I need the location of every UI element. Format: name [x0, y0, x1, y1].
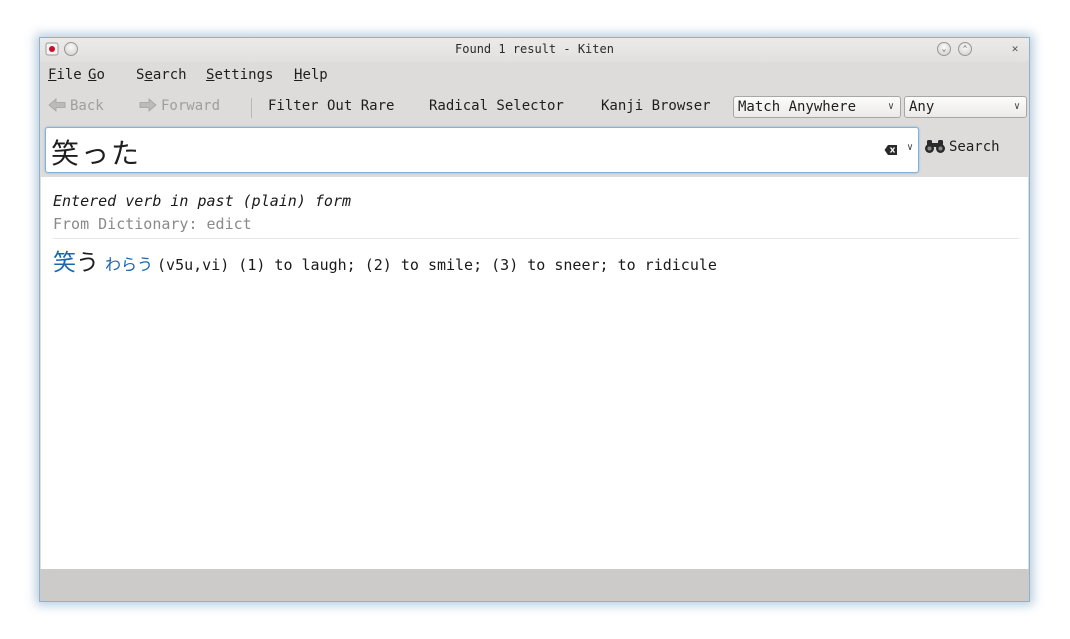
- result-entry: 笑う わらう (v5u,vi) (1) to laugh; (2) to smile…: [53, 243, 717, 277]
- back-label: Back: [70, 98, 104, 114]
- clear-text-icon[interactable]: [884, 144, 898, 156]
- menu-help[interactable]: Help: [294, 67, 328, 83]
- chevron-down-icon: ∨: [1013, 101, 1020, 112]
- toolbar: Back Forward Filter Out Rare Radical Sel…: [40, 95, 1029, 121]
- search-input[interactable]: 笑った ∨: [45, 127, 919, 173]
- menu-settings-label: ettings: [214, 67, 274, 83]
- back-arrow-icon: [48, 98, 66, 112]
- menu-bar: File Go Search Settings Help: [40, 65, 1029, 85]
- menu-search-accel: e: [144, 67, 153, 83]
- filter-rare-button[interactable]: Filter Out Rare: [268, 98, 394, 114]
- result-reading[interactable]: わらう: [105, 255, 153, 274]
- match-mode-value: Match Anywhere: [738, 99, 857, 115]
- result-meaning: (v5u,vi) (1) to laugh; (2) to smile; (3)…: [157, 256, 717, 274]
- toolbar-separator: [251, 98, 252, 118]
- menu-file-label: ile: [56, 67, 82, 83]
- chevron-down-icon: ∨: [887, 101, 894, 112]
- word-type-value: Any: [909, 99, 935, 115]
- results-view[interactable]: Entered verb in past (plain) form From D…: [41, 177, 1028, 569]
- kanji-browser-button[interactable]: Kanji Browser: [601, 98, 711, 114]
- menu-search[interactable]: Search: [136, 67, 187, 83]
- menu-file[interactable]: File: [48, 67, 82, 83]
- kiten-window: Found 1 result - Kiten ⌄ ⌃ ✕ File Go Sea…: [39, 37, 1030, 602]
- menu-go-label: o: [96, 67, 105, 83]
- window-title: Found 1 result - Kiten: [455, 42, 614, 56]
- result-word-kana: う: [76, 250, 99, 276]
- chevron-down-icon[interactable]: ∨: [907, 142, 913, 153]
- forward-arrow-icon: [139, 98, 157, 112]
- menu-settings[interactable]: Settings: [206, 67, 273, 83]
- radical-selector-button[interactable]: Radical Selector: [429, 98, 564, 114]
- menu-go[interactable]: Go: [88, 67, 105, 83]
- minimize-icon[interactable]: ⌄: [937, 42, 951, 56]
- binoculars-icon: [925, 140, 945, 153]
- menu-help-label: elp: [302, 67, 328, 83]
- maximize-icon[interactable]: ⌃: [958, 42, 972, 56]
- dictionary-source: From Dictionary: edict: [53, 215, 252, 233]
- result-word[interactable]: 笑う: [53, 250, 99, 276]
- match-mode-select[interactable]: Match Anywhere ∨: [733, 96, 901, 118]
- title-bar[interactable]: Found 1 result - Kiten ⌄ ⌃ ✕: [40, 38, 1029, 62]
- status-bar: [40, 569, 1029, 601]
- search-button[interactable]: Search: [924, 138, 1000, 162]
- word-type-select[interactable]: Any ∨: [904, 96, 1027, 118]
- search-button-label: Search: [949, 139, 1000, 155]
- deinflection-note: Entered verb in past (plain) form: [53, 192, 352, 210]
- back-button[interactable]: Back: [48, 98, 104, 114]
- forward-button[interactable]: Forward: [139, 98, 220, 114]
- close-icon[interactable]: ✕: [1008, 42, 1022, 56]
- forward-label: Forward: [161, 98, 221, 114]
- result-divider: [53, 238, 1019, 239]
- search-input-value: 笑った: [51, 137, 142, 170]
- result-word-kanji[interactable]: 笑: [53, 250, 76, 276]
- menu-search-label: arch: [152, 67, 187, 83]
